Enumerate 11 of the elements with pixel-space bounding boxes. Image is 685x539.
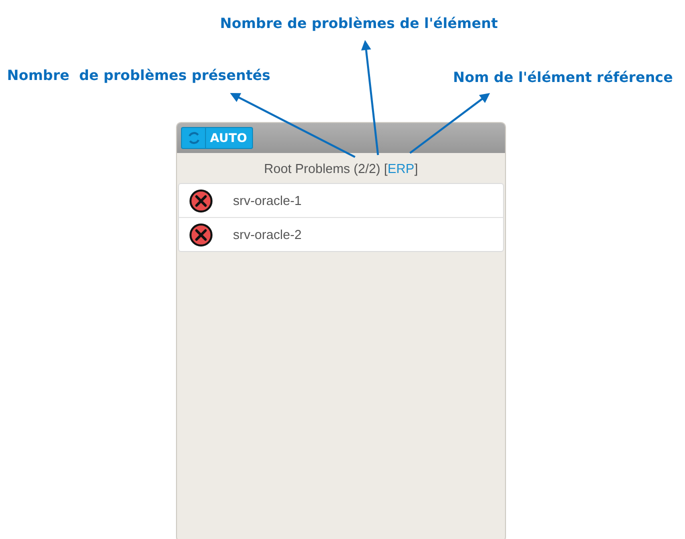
server-name: srv-oracle-2	[233, 227, 302, 242]
problem-row[interactable]: srv-oracle-1	[179, 184, 503, 218]
server-name: srv-oracle-1	[233, 193, 302, 208]
error-icon	[189, 188, 213, 212]
annotation-label: Nombre de problèmes de l'élément	[220, 16, 498, 32]
error-icon	[189, 222, 213, 246]
refresh-icon	[187, 131, 201, 145]
panel-title: Root Problems (2/2) [ERP]	[264, 160, 418, 176]
annotation-label: Nombre de problèmes présentés	[7, 68, 270, 84]
problem-row[interactable]: srv-oracle-2	[179, 218, 503, 251]
annotation-label: Nom de l'élément référence	[453, 70, 673, 86]
